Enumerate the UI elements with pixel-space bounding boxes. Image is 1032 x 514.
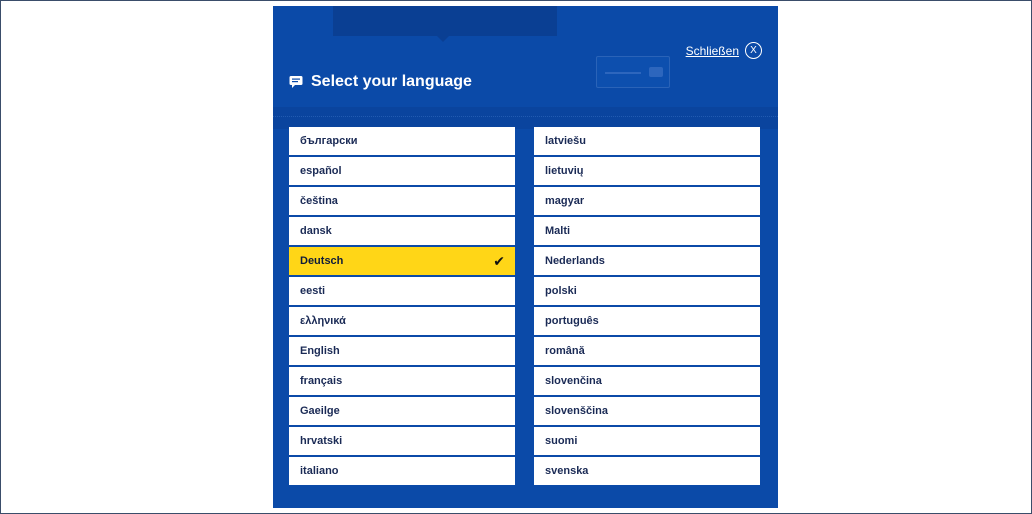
language-option-label: latviešu [545,135,586,147]
language-option-label: svenska [545,465,589,477]
language-option-label: Malti [545,225,571,237]
language-option[interactable]: magyar [534,187,760,215]
language-option[interactable]: Deutsch ✔ [289,247,515,275]
language-option-label: English [300,345,340,357]
language-option[interactable]: română [534,337,760,365]
language-option[interactable]: français [289,367,515,395]
language-option[interactable]: suomi [534,427,760,455]
language-option[interactable]: ελληνικά [289,307,515,335]
language-option[interactable]: Gaeilge [289,397,515,425]
language-option[interactable]: latviešu [534,127,760,155]
language-option-label: slovenčina [545,375,602,387]
language-option-label: Gaeilge [300,405,340,417]
language-option-label: polski [545,285,577,297]
language-option-label: español [300,165,342,177]
language-option-label: Nederlands [545,255,605,267]
language-option[interactable]: svenska [534,457,760,485]
speech-bubble-icon [289,76,303,88]
language-option[interactable]: italiano [289,457,515,485]
language-option[interactable]: polski [534,277,760,305]
dialog-title-text: Select your language [311,73,472,90]
close-label[interactable]: Schließen [686,44,739,58]
language-option-label: čeština [300,195,338,207]
language-option-label: български [300,135,358,147]
background-language-button [596,56,670,88]
language-option[interactable]: dansk [289,217,515,245]
language-option-label: ελληνικά [300,315,346,327]
language-option-label: hrvatski [300,435,343,447]
language-option[interactable]: čeština [289,187,515,215]
close-icon[interactable]: X [745,42,762,59]
language-option-label: eesti [300,285,326,297]
dialog-title: Select your language [289,73,472,91]
language-option[interactable]: Malti [534,217,760,245]
language-option-label: română [545,345,585,357]
background-breadcrumb-bar [273,107,778,129]
language-option-label: italiano [300,465,339,477]
language-option[interactable]: English [289,337,515,365]
language-option[interactable]: български [289,127,515,155]
language-option-label: português [545,315,599,327]
language-option-label: dansk [300,225,332,237]
language-option[interactable]: Nederlands [534,247,760,275]
background-breadcrumb-line [273,116,778,118]
language-option[interactable]: hrvatski [289,427,515,455]
language-option-label: slovenščina [545,405,608,417]
close-button[interactable]: Schließen X [686,42,762,59]
language-option[interactable]: português [534,307,760,335]
language-option-label: français [300,375,343,387]
language-dialog: Schließen X Select your language българс… [273,6,778,508]
language-option[interactable]: slovenčina [534,367,760,395]
language-option-label: Deutsch [300,255,344,267]
language-option[interactable]: slovenščina [534,397,760,425]
language-option[interactable]: eesti [289,277,515,305]
language-option-label: magyar [545,195,585,207]
language-option-label: suomi [545,435,578,447]
language-option[interactable]: lietuvių [534,157,760,185]
checkmark-icon: ✔ [493,252,505,269]
language-list: български latviešu español lietuvių čeština m… [289,127,760,485]
background-top-bar [333,6,557,42]
language-option-label: lietuvių [545,165,584,177]
language-option[interactable]: español [289,157,515,185]
